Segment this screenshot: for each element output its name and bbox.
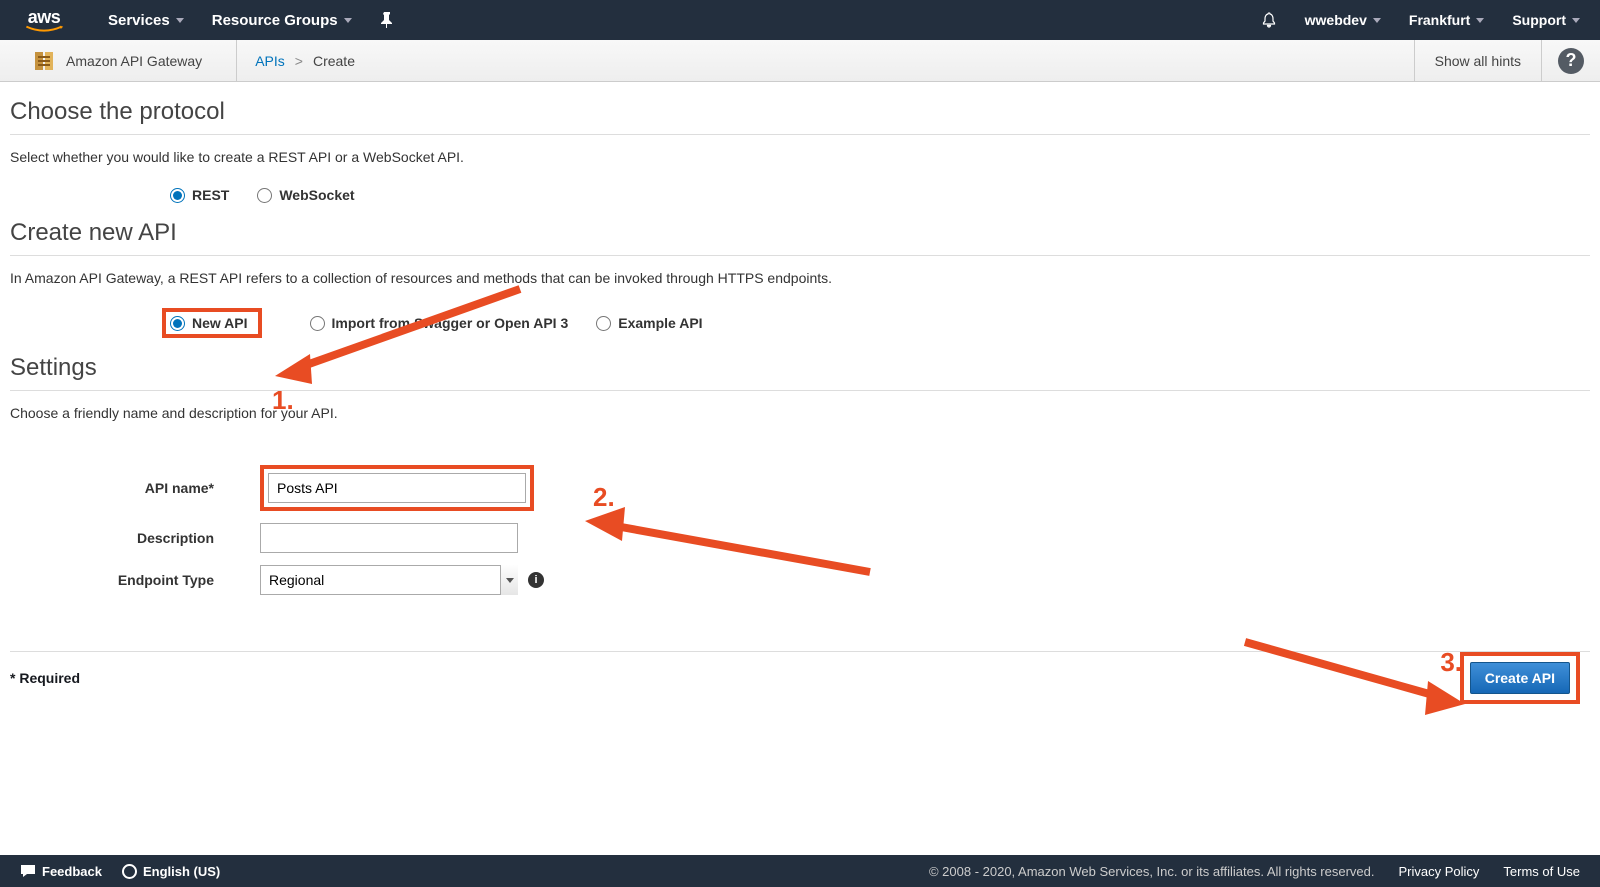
breadcrumb-apis[interactable]: APIs (255, 53, 285, 69)
nav-pin[interactable] (380, 12, 394, 28)
globe-icon (122, 864, 137, 879)
breadcrumb-current: Create (313, 53, 355, 69)
help-icon[interactable]: ? (1558, 48, 1584, 74)
top-navbar: aws Services Resource Groups wwebdev Fra… (0, 0, 1600, 40)
nav-user[interactable]: wwebdev (1305, 12, 1381, 28)
footer-feedback-label: Feedback (42, 864, 102, 879)
chevron-down-icon (176, 18, 184, 23)
speech-icon (20, 864, 36, 878)
endpoint-type-label: Endpoint Type (10, 572, 260, 588)
annotation-highlight-2 (260, 465, 534, 511)
footer-feedback[interactable]: Feedback (20, 864, 102, 879)
radio-example[interactable]: Example API (596, 315, 702, 331)
api-name-label: API name* (10, 480, 260, 496)
radio-new-api-label: New API (192, 315, 248, 331)
section-create-title: Create new API (10, 211, 1590, 256)
section-protocol-desc: Select whether you would like to create … (10, 149, 1590, 165)
footer-language-label: English (US) (143, 864, 220, 879)
chevron-down-icon (1572, 18, 1580, 23)
nav-region[interactable]: Frankfurt (1409, 12, 1484, 28)
chevron-down-icon (344, 18, 352, 23)
create-api-button[interactable]: Create API (1470, 662, 1570, 694)
annotation-highlight-1: New API (162, 308, 262, 338)
radio-example-input[interactable] (596, 316, 611, 331)
radio-rest-label: REST (192, 187, 229, 203)
show-hints-label: Show all hints (1435, 53, 1521, 69)
radio-websocket-label: WebSocket (279, 187, 354, 203)
footer-language[interactable]: English (US) (122, 864, 220, 879)
nav-user-label: wwebdev (1305, 12, 1367, 28)
annotation-highlight-3: Create API (1460, 652, 1580, 704)
api-gateway-icon (32, 49, 56, 73)
nav-support-label: Support (1512, 12, 1566, 28)
pin-icon (380, 12, 394, 28)
nav-region-label: Frankfurt (1409, 12, 1470, 28)
footer-privacy[interactable]: Privacy Policy (1399, 864, 1480, 879)
section-create-desc: In Amazon API Gateway, a REST API refers… (10, 270, 1590, 286)
footer-terms[interactable]: Terms of Use (1503, 864, 1580, 879)
breadcrumb-sep: > (295, 53, 303, 69)
api-name-input[interactable] (268, 473, 526, 503)
nav-resource-groups[interactable]: Resource Groups (212, 12, 352, 29)
description-input[interactable] (260, 523, 518, 553)
required-note: * Required (10, 670, 80, 686)
chevron-down-icon (1373, 18, 1381, 23)
breadcrumb-bar: Amazon API Gateway APIs > Create Show al… (0, 40, 1600, 82)
divider (236, 40, 237, 82)
create-api-button-label: Create API (1485, 670, 1555, 686)
nav-services-label: Services (108, 12, 170, 29)
radio-import-label: Import from Swagger or Open API 3 (332, 315, 569, 331)
global-footer: Feedback English (US) © 2008 - 2020, Ama… (0, 855, 1600, 887)
radio-import[interactable]: Import from Swagger or Open API 3 (310, 315, 569, 331)
radio-websocket-input[interactable] (257, 188, 272, 203)
footer-copyright: © 2008 - 2020, Amazon Web Services, Inc.… (929, 864, 1375, 879)
breadcrumb-service: Amazon API Gateway (66, 53, 218, 69)
section-settings-title: Settings (10, 346, 1590, 391)
info-icon[interactable]: i (528, 572, 544, 588)
show-all-hints[interactable]: Show all hints (1414, 40, 1542, 82)
section-protocol-title: Choose the protocol (10, 90, 1590, 135)
description-label: Description (10, 530, 260, 546)
chevron-down-icon (1476, 18, 1484, 23)
section-settings-desc: Choose a friendly name and description f… (10, 405, 1590, 421)
radio-rest[interactable]: REST (170, 187, 229, 203)
radio-import-input[interactable] (310, 316, 325, 331)
aws-logo[interactable]: aws (20, 7, 68, 33)
radio-example-label: Example API (618, 315, 702, 331)
bell-icon (1261, 12, 1277, 28)
nav-support[interactable]: Support (1512, 12, 1580, 28)
radio-new-api[interactable]: New API (170, 315, 248, 331)
endpoint-type-select[interactable]: Regional (260, 565, 518, 595)
nav-notifications[interactable] (1261, 12, 1277, 28)
radio-websocket[interactable]: WebSocket (257, 187, 354, 203)
nav-services[interactable]: Services (108, 12, 184, 29)
radio-rest-input[interactable] (170, 188, 185, 203)
nav-resource-groups-label: Resource Groups (212, 12, 338, 29)
radio-new-api-input[interactable] (170, 316, 185, 331)
